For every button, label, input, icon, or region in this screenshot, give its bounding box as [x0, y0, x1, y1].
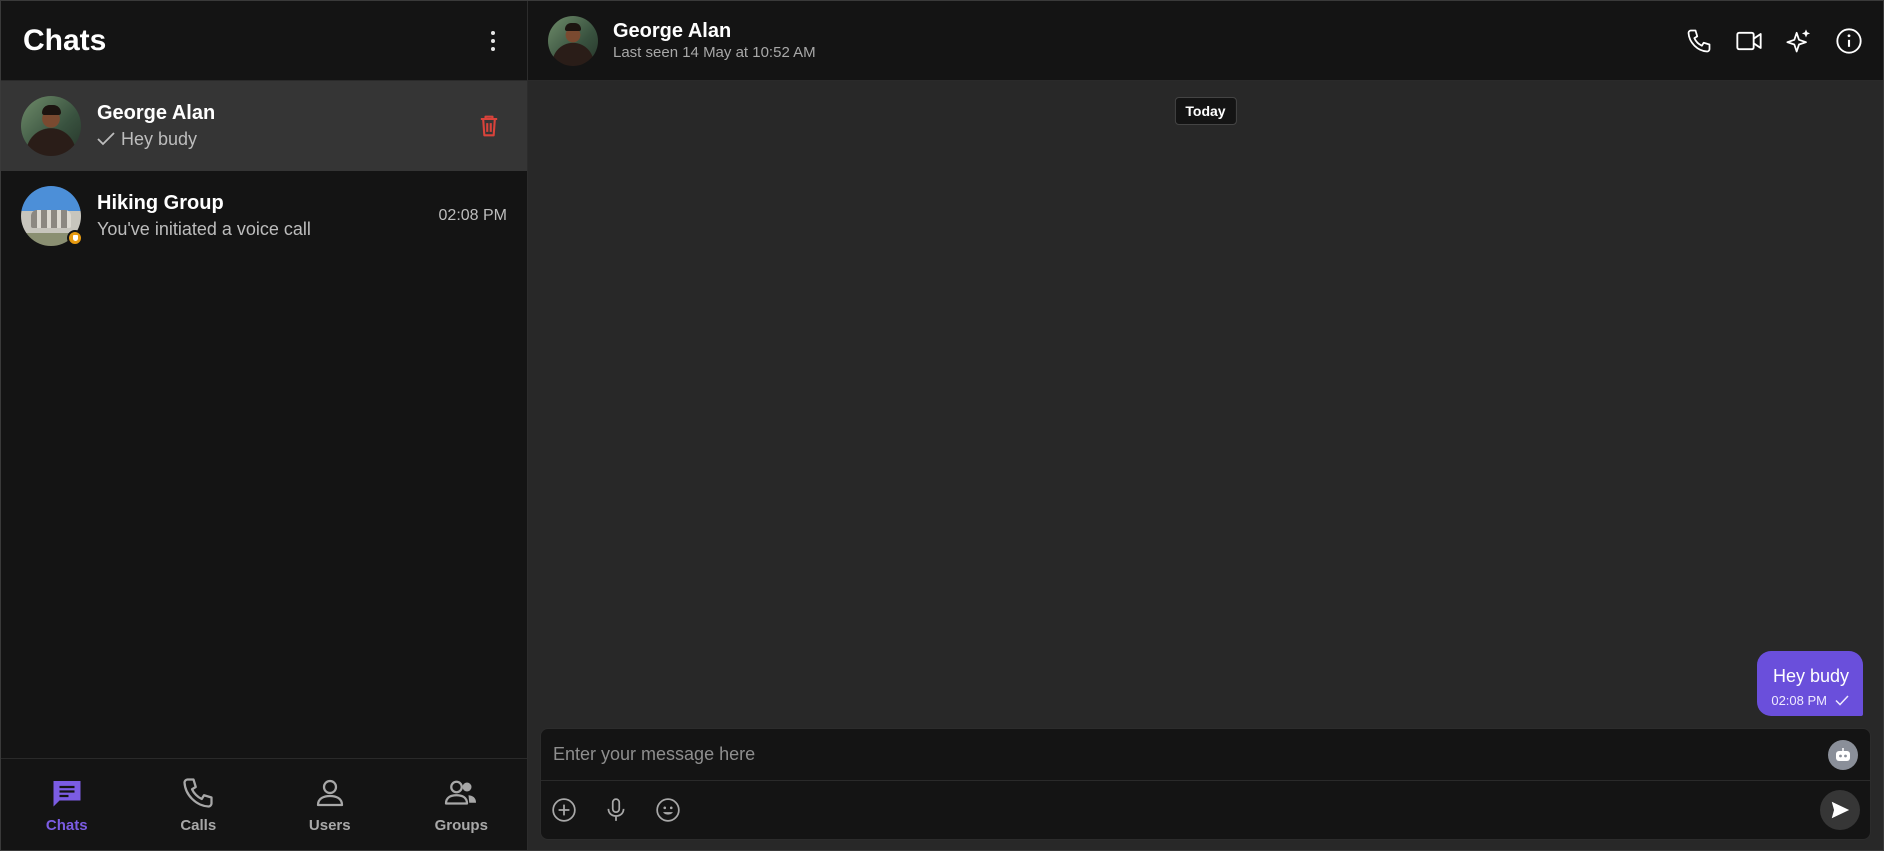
chat-preview: Hey budy	[121, 129, 198, 149]
contact-name: George Alan	[613, 19, 732, 42]
chat-time: 02:08 PM	[438, 207, 507, 224]
phone-icon[interactable]	[1685, 27, 1713, 55]
last-seen-status: Last seen 14 May at 10:52 AM	[613, 43, 816, 61]
nav-item-groups[interactable]: Groups	[396, 759, 528, 850]
phone-icon	[183, 778, 213, 808]
conversation-header: George Alan Last seen 14 May at 10:52 AM	[528, 1, 1883, 81]
check-icon	[97, 132, 115, 146]
add-icon[interactable]	[551, 797, 577, 823]
check-icon	[1835, 695, 1849, 706]
sidebar-header: Chats	[1, 1, 527, 81]
nav-item-users[interactable]: Users	[264, 759, 396, 850]
video-icon[interactable]	[1735, 27, 1763, 55]
sidebar: Chats George Alan Hey budy Hiking Group …	[1, 1, 528, 850]
sidebar-title: Chats	[23, 23, 107, 57]
message-time: 02:08 PM	[1771, 693, 1827, 708]
chat-name: George Alan	[97, 102, 216, 124]
trash-icon[interactable]	[475, 112, 503, 140]
app-window: Chats George Alan Hey budy Hiking Group …	[0, 0, 1884, 851]
message-composer	[540, 728, 1871, 840]
nav-item-calls[interactable]: Calls	[133, 759, 265, 850]
conversation-panel: George Alan Last seen 14 May at 10:52 AM	[528, 1, 1883, 850]
date-divider: Today	[1174, 97, 1237, 125]
message-text: Hey budy	[1772, 666, 1849, 686]
send-icon	[1831, 801, 1850, 819]
bottom-nav: Chats Calls Users Groups	[1, 758, 527, 850]
emoji-icon[interactable]	[655, 797, 681, 823]
header-actions	[1685, 27, 1863, 55]
chat-preview: You've initiated a voice call	[97, 219, 311, 239]
user-icon	[316, 779, 343, 807]
chat-item-hiking-group[interactable]: Hiking Group You've initiated a voice ca…	[1, 171, 527, 261]
nav-label: Chats	[45, 817, 88, 834]
send-button[interactable]	[1820, 790, 1860, 830]
nav-label: Groups	[434, 817, 488, 834]
avatar[interactable]	[548, 15, 598, 66]
nav-label: Calls	[180, 817, 217, 834]
avatar	[21, 186, 83, 246]
message-bubble-outgoing[interactable]: Hey budy 02:08 PM	[1757, 651, 1863, 716]
avatar	[21, 96, 81, 156]
group-icon	[445, 780, 477, 805]
chat-name: Hiking Group	[97, 192, 224, 214]
nav-label: Users	[308, 817, 351, 834]
nav-item-chats[interactable]: Chats	[1, 759, 133, 850]
microphone-icon[interactable]	[603, 797, 629, 823]
sparkle-icon[interactable]	[1785, 27, 1813, 55]
message-input[interactable]	[553, 744, 1828, 765]
bot-icon[interactable]	[1828, 739, 1858, 770]
info-icon[interactable]	[1835, 27, 1863, 55]
chat-item-george-alan[interactable]: George Alan Hey budy	[1, 81, 527, 171]
group-badge-icon	[67, 230, 83, 246]
chat-bubble-icon	[53, 781, 81, 807]
message-list: Today Hey budy 02:08 PM	[528, 81, 1883, 728]
chat-list: George Alan Hey budy Hiking Group You've…	[1, 81, 527, 758]
kebab-menu-icon[interactable]	[481, 26, 505, 56]
